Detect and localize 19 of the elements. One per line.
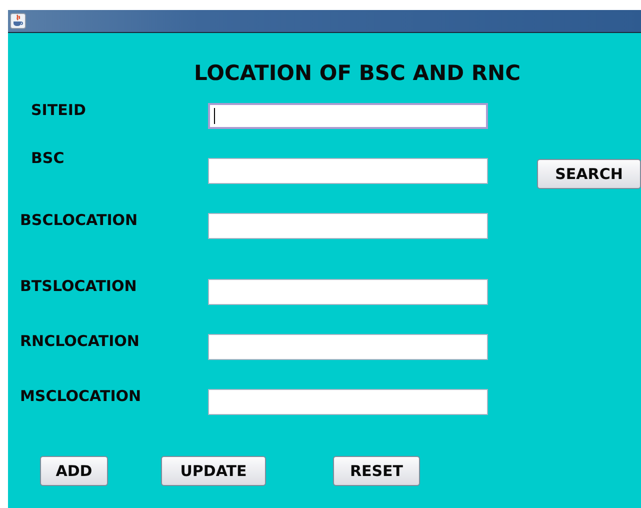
text-field[interactable] (208, 213, 488, 239)
text-field[interactable] (208, 158, 488, 184)
field-label: RNCLOCATION (19, 331, 140, 351)
search-button[interactable]: SEARCH (537, 159, 641, 189)
text-field[interactable] (208, 279, 488, 305)
field-label: BSCLOCATION (19, 210, 139, 230)
field-label: BTSLOCATION (19, 276, 138, 296)
text-caret (214, 108, 215, 124)
text-field[interactable] (208, 389, 488, 415)
field-label: MSCLOCATION (19, 386, 142, 406)
action-button[interactable]: ADD (40, 456, 108, 486)
text-field[interactable] (208, 103, 488, 129)
action-button[interactable]: UPDATE (161, 456, 266, 486)
form-heading: LOCATION OF BSC AND RNC (194, 60, 522, 87)
text-field[interactable] (208, 334, 488, 360)
field-label: SITEID (30, 100, 87, 120)
action-button[interactable]: RESET (333, 456, 420, 486)
field-label: BSC (30, 148, 66, 168)
coffee-cup-icon (10, 13, 26, 29)
